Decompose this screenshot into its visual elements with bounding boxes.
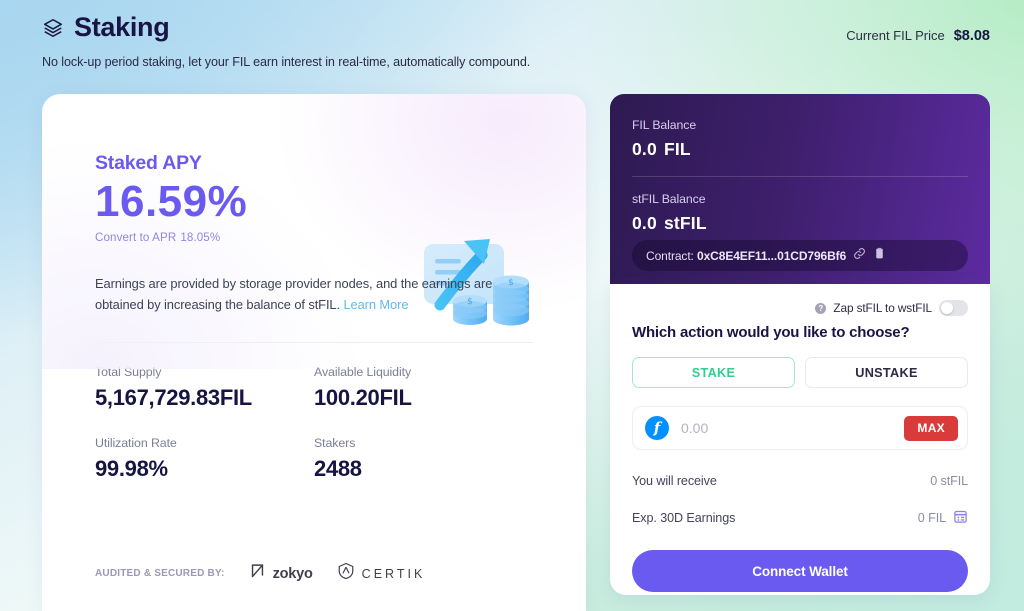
apr-value: 18.05%	[180, 230, 221, 244]
stat-label: Utilization Rate	[95, 436, 177, 451]
stat-label: Total Supply	[95, 365, 162, 380]
earnings-description: Earnings are provided by storage provide…	[95, 274, 533, 316]
contract-prefix: Contract:	[646, 248, 694, 263]
current-price: Current FIL Price $8.08	[846, 28, 990, 44]
audit-row: AUDITED & SECURED BY: zokyo CERTIK	[95, 562, 546, 585]
layers-stack-icon	[42, 17, 64, 39]
stat-stakers: Stakers 2488	[314, 436, 533, 482]
stfil-balance-value: 0.0 stFIL	[632, 213, 968, 234]
stat-available-liquidity: Available Liquidity 100.20FIL	[314, 365, 533, 411]
auditor-name: zokyo	[272, 565, 313, 582]
connect-wallet-button[interactable]: Connect Wallet	[632, 550, 968, 592]
zap-label: Zap stFIL to wstFIL	[833, 301, 932, 315]
action-question: Which action would you like to choose?	[632, 324, 910, 341]
price-value: $8.08	[953, 28, 990, 44]
learn-more-link[interactable]: Learn More	[343, 297, 408, 312]
fil-balance-unit: FIL	[663, 139, 691, 159]
certik-shield-icon	[337, 562, 355, 585]
staking-page: Staking No lock-up period staking, let y…	[0, 0, 1024, 611]
zap-row: ? Zap stFIL to wstFIL	[632, 298, 968, 318]
stfil-balance-group: stFIL Balance 0.0 stFIL	[632, 192, 968, 234]
stfil-balance-number: 0.0	[632, 213, 657, 233]
price-label: Current FIL Price	[846, 28, 945, 43]
audit-label: AUDITED & SECURED BY:	[95, 568, 225, 579]
stat-value: 100.20FIL	[314, 385, 412, 411]
link-icon[interactable]	[853, 247, 866, 265]
apr-label: Convert to APR	[95, 230, 177, 244]
earnings-value: 0 FIL	[917, 511, 946, 525]
auditor-certik[interactable]: CERTIK	[337, 562, 426, 585]
receive-label: You will receive	[632, 474, 717, 488]
clipboard-copy-icon[interactable]	[873, 247, 886, 265]
earnings-row: Exp. 30D Earnings 0 FIL	[632, 509, 968, 527]
contract-address: 0xC8E4EF11...01CD796Bf6	[697, 248, 847, 263]
fil-balance-value: 0.0 FIL	[632, 139, 968, 160]
apy-value: 16.59%	[95, 177, 248, 226]
earnings-label: Exp. 30D Earnings	[632, 511, 736, 525]
earnings-value-wrap: 0 FIL	[918, 509, 968, 527]
page-header: Staking No lock-up period staking, let y…	[42, 14, 990, 76]
calendar-icon[interactable]	[953, 509, 968, 527]
contract-info: Contract: 0xC8E4EF11...01CD796Bf6	[646, 249, 846, 263]
receive-row: You will receive 0 stFIL	[632, 474, 968, 488]
stat-value: 5,167,729.83FIL	[95, 385, 252, 411]
amount-input-box: f MAX	[632, 406, 968, 450]
balance-card: FIL Balance 0.0 FIL stFIL Balance 0.0 stFI…	[610, 94, 990, 284]
apy-label: Staked APY	[95, 152, 202, 174]
auditor-name: CERTIK	[361, 566, 426, 581]
zap-toggle[interactable]	[939, 300, 968, 316]
balance-divider	[632, 176, 968, 177]
stat-utilization-rate: Utilization Rate 99.98%	[95, 436, 314, 482]
action-card: ? Zap stFIL to wstFIL Which action would…	[610, 284, 990, 595]
amount-input[interactable]	[681, 420, 893, 436]
stat-value: 2488	[314, 456, 362, 482]
stats-grid: Total Supply 5,167,729.83FIL Available L…	[95, 365, 533, 482]
stat-label: Available Liquidity	[314, 365, 412, 380]
max-button[interactable]: MAX	[904, 415, 958, 441]
contract-pill[interactable]: Contract: 0xC8E4EF11...01CD796Bf6	[632, 240, 968, 271]
fil-balance-number: 0.0	[632, 139, 657, 159]
description-text: Earnings are provided by storage provide…	[95, 275, 493, 312]
receive-value: 0 stFIL	[930, 474, 968, 488]
zokyo-arrow-icon	[249, 563, 266, 585]
tab-unstake[interactable]: UNSTAKE	[805, 357, 968, 388]
stfil-balance-label: stFIL Balance	[632, 192, 706, 206]
filecoin-icon: f	[645, 416, 669, 440]
page-subtitle: No lock-up period staking, let your FIL …	[42, 55, 531, 69]
stat-total-supply: Total Supply 5,167,729.83FIL	[95, 365, 314, 411]
stat-value: 99.98%	[95, 456, 168, 482]
stat-label: Stakers	[314, 436, 356, 451]
stfil-balance-unit: stFIL	[663, 213, 707, 233]
tab-stake[interactable]: STAKE	[632, 357, 795, 388]
fil-balance-label: FIL Balance	[632, 118, 697, 132]
stats-card: Staked APY 16.59% Convert to APR18.05%	[42, 94, 586, 611]
fil-balance-group: FIL Balance 0.0 FIL	[632, 118, 968, 160]
apy-block: Staked APY 16.59% Convert to APR 18.05%	[42, 94, 586, 244]
staking-panel: FIL Balance 0.0 FIL stFIL Balance 0.0 stFI…	[610, 94, 990, 595]
action-tabs: STAKE UNSTAKE	[632, 357, 968, 388]
question-mark-icon[interactable]: ?	[815, 302, 827, 314]
auditor-zokyo[interactable]: zokyo	[249, 563, 313, 585]
page-title: Staking	[74, 12, 170, 42]
